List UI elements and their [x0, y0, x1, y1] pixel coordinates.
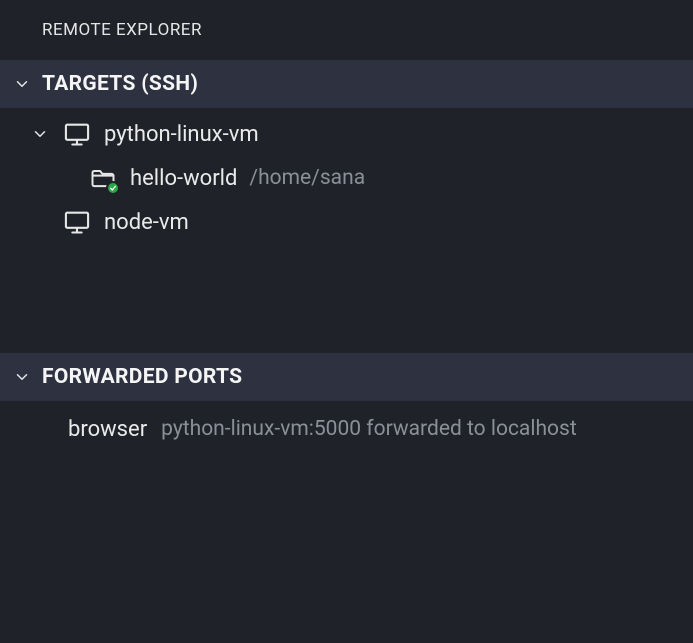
active-badge-icon — [106, 181, 120, 195]
folder-open-icon — [88, 163, 118, 193]
ssh-host-folder-label: hello-world — [130, 166, 237, 191]
panel-title-text: REMOTE EXPLORER — [42, 20, 202, 40]
chevron-down-icon — [30, 124, 50, 144]
forwarded-port-name: browser — [68, 417, 147, 442]
chevron-down-icon — [12, 74, 32, 94]
monitor-icon — [62, 207, 92, 237]
section-header-targets[interactable]: TARGETS (SSH) — [0, 60, 693, 108]
ssh-host[interactable]: node-vm — [0, 200, 693, 244]
ssh-host-folder[interactable]: hello-world /home/sana — [0, 156, 693, 200]
chevron-down-icon — [12, 367, 32, 387]
forwarded-port[interactable]: browser python-linux-vm:5000 forwarded t… — [0, 405, 693, 453]
section-targets: TARGETS (SSH) python-linux-vm — [0, 60, 693, 353]
section-body-targets: python-linux-vm hello-world /home/sana — [0, 108, 693, 353]
section-header-ports[interactable]: FORWARDED PORTS — [0, 353, 693, 401]
ssh-host[interactable]: python-linux-vm — [0, 112, 693, 156]
ssh-host-folder-path: /home/sana — [249, 166, 365, 190]
forwarded-port-detail: python-linux-vm:5000 forwarded to localh… — [161, 417, 577, 441]
monitor-icon — [62, 119, 92, 149]
ssh-host-label: node-vm — [104, 210, 189, 235]
ssh-host-label: python-linux-vm — [104, 122, 259, 147]
panel-title: REMOTE EXPLORER — [0, 0, 693, 60]
section-header-targets-label: TARGETS (SSH) — [42, 72, 198, 96]
section-ports: FORWARDED PORTS browser python-linux-vm:… — [0, 353, 693, 641]
section-body-ports: browser python-linux-vm:5000 forwarded t… — [0, 401, 693, 641]
section-header-ports-label: FORWARDED PORTS — [42, 365, 242, 389]
